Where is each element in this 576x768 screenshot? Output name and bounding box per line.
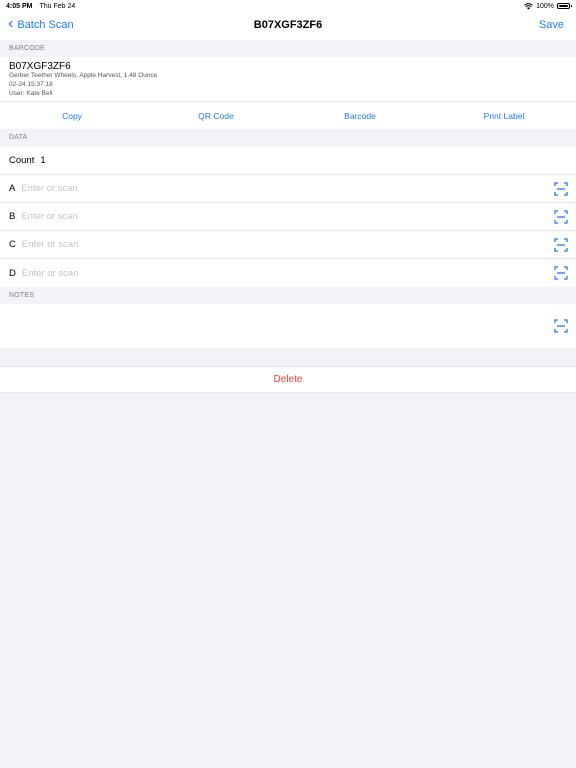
field-row-b: B Enter or scan xyxy=(0,203,576,231)
field-input-a[interactable]: Enter or scan xyxy=(21,183,78,194)
delete-button[interactable]: Delete xyxy=(0,366,576,393)
status-bar: 4:05 PM Thu Feb 24 100% xyxy=(0,0,576,12)
status-time: 4:05 PM xyxy=(6,2,33,10)
barcode-description: Gerber Teether Wheels, Apple Harvest, 1.… xyxy=(9,72,158,79)
field-input-c[interactable]: Enter or scan xyxy=(22,239,79,250)
scan-frame-icon[interactable] xyxy=(554,182,568,196)
barcode-user: User: Kate Bell xyxy=(9,90,53,97)
field-label-d: D xyxy=(9,267,16,279)
data-card: Count 1 A Enter or scan B Enter or scan … xyxy=(0,147,576,287)
barcode-card: B07XGF3ZF6 Gerber Teether Wheels, Apple … xyxy=(0,57,576,129)
scan-frame-icon[interactable] xyxy=(554,266,568,280)
battery-percent: 100% xyxy=(536,2,554,10)
count-row: Count 1 xyxy=(0,147,576,175)
battery-icon xyxy=(557,3,572,9)
copy-button[interactable]: Copy xyxy=(0,102,144,129)
barcode-button[interactable]: Barcode xyxy=(288,102,432,129)
notes-section-header: NOTES xyxy=(0,287,576,304)
battery-fill xyxy=(559,5,568,7)
count-label: Count xyxy=(9,155,35,166)
notes-field[interactable] xyxy=(0,304,576,348)
field-input-d[interactable]: Enter or scan xyxy=(22,268,79,279)
print-label-button[interactable]: Print Label xyxy=(432,102,576,129)
save-button[interactable]: Save xyxy=(539,19,564,31)
field-row-c: C Enter or scan xyxy=(0,231,576,259)
status-date: Thu Feb 24 xyxy=(39,2,76,10)
field-label-b: B xyxy=(9,211,16,222)
scan-frame-icon[interactable] xyxy=(554,238,568,252)
barcode-timestamp: 02-24 15:37:18 xyxy=(9,81,53,88)
field-row-d: D Enter or scan xyxy=(0,259,576,287)
status-right: 100% xyxy=(524,2,572,10)
page-title: B07XGF3ZF6 xyxy=(253,19,323,31)
barcode-actions: Copy QR Code Barcode Print Label xyxy=(0,101,576,129)
navigation-bar: ‹ Batch Scan B07XGF3ZF6 Save xyxy=(0,12,576,40)
wifi-icon xyxy=(524,2,533,9)
field-row-a: A Enter or scan xyxy=(0,175,576,203)
qr-code-button[interactable]: QR Code xyxy=(144,102,288,129)
count-value[interactable]: 1 xyxy=(40,155,45,166)
field-label-c: C xyxy=(9,239,16,250)
scan-frame-icon[interactable] xyxy=(554,319,568,333)
data-section-header: DATA xyxy=(0,129,576,146)
field-label-a: A xyxy=(9,183,16,194)
barcode-section-header: BARCODE xyxy=(0,40,576,57)
barcode-value: B07XGF3ZF6 xyxy=(9,61,71,72)
scan-frame-icon[interactable] xyxy=(554,210,568,224)
field-input-b[interactable]: Enter or scan xyxy=(21,211,78,222)
